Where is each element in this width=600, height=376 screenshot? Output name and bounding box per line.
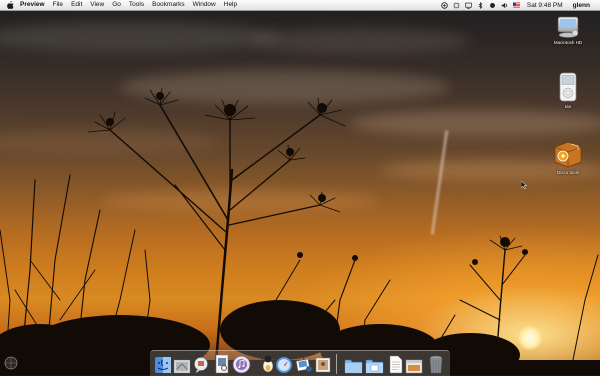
- menubar-clock[interactable]: Sat 9:48 PM: [527, 2, 563, 9]
- us-flag-icon[interactable]: [512, 2, 520, 9]
- menu-tools[interactable]: Tools: [129, 0, 144, 10]
- mail-stamp-icon: [173, 359, 190, 374]
- apple-menu-icon[interactable]: [6, 1, 14, 9]
- network-icon[interactable]: [441, 1, 448, 9]
- dock-item-mail[interactable]: [172, 353, 191, 374]
- airport-icon[interactable]: [453, 2, 460, 9]
- dock-item-preview[interactable]: [212, 353, 231, 374]
- menu-file[interactable]: File: [53, 0, 63, 10]
- dock: [150, 350, 450, 376]
- dock-item-photo-booth[interactable]: [313, 353, 332, 374]
- dock-item-applications-folder[interactable]: [344, 353, 363, 374]
- menu-app-preview[interactable]: Preview: [20, 0, 45, 10]
- desktop-icon-disco-tools[interactable]: Disco tools: [546, 138, 590, 175]
- system-preferences-icon: [262, 355, 273, 373]
- menu-edit[interactable]: Edit: [71, 0, 82, 10]
- menu-view[interactable]: View: [90, 0, 104, 10]
- desktop-icon-label: Macintosh HD: [553, 40, 583, 45]
- dock-separator: [336, 354, 337, 374]
- menu-bar: Preview File Edit View Go Tools Bookmark…: [0, 0, 600, 11]
- iphoto-icon: [295, 358, 312, 372]
- dock-item-trash[interactable]: [426, 353, 445, 374]
- hard-drive-icon: [557, 16, 579, 38]
- dock-item-safari[interactable]: [274, 353, 293, 374]
- minimized-window-icon: [405, 359, 422, 374]
- desktop-icon-ian[interactable]: Ian: [546, 72, 590, 109]
- text-document-icon: [389, 355, 402, 374]
- dock-item-ichat[interactable]: [191, 353, 210, 374]
- sync-icon[interactable]: [489, 2, 496, 9]
- desktop-icon-label: Disco tools: [556, 170, 579, 175]
- menu-help[interactable]: Help: [224, 0, 237, 10]
- menu-bookmarks[interactable]: Bookmarks: [152, 0, 185, 10]
- dock-item-text-document[interactable]: [386, 353, 405, 374]
- fast-user-switch-name[interactable]: glenn: [573, 2, 590, 9]
- trash-icon: [429, 355, 442, 374]
- dock-item-iphoto[interactable]: [294, 353, 313, 374]
- plant-silhouette: [0, 87, 600, 375]
- itunes-icon: [232, 355, 251, 374]
- dock-item-finder[interactable]: [153, 353, 172, 374]
- bluetooth-icon[interactable]: [477, 1, 484, 9]
- disco-package-icon: [554, 141, 582, 168]
- ipod-icon: [559, 72, 577, 102]
- menu-go[interactable]: Go: [112, 0, 121, 10]
- preview-icon: [215, 354, 228, 374]
- desktop-icon-macintosh-hd[interactable]: Macintosh HD: [546, 14, 590, 45]
- ichat-icon: [193, 357, 208, 374]
- applications-folder-icon: [344, 359, 363, 374]
- mouse-pointer-icon: [521, 181, 527, 189]
- photo-booth-icon: [315, 357, 330, 373]
- desktop-icon-label: Ian: [564, 104, 572, 109]
- menu-window[interactable]: Window: [193, 0, 216, 10]
- progress-spinner-icon: [4, 356, 18, 370]
- dock-item-documents-folder[interactable]: [365, 353, 384, 374]
- display-icon[interactable]: [465, 2, 472, 9]
- volume-icon[interactable]: [501, 2, 508, 9]
- dock-item-minimized-window[interactable]: [404, 353, 423, 374]
- documents-folder-icon: [365, 359, 384, 374]
- finder-icon: [154, 357, 171, 373]
- safari-icon: [275, 356, 292, 374]
- dock-item-itunes[interactable]: [232, 353, 251, 374]
- desktop-wallpaper: [0, 0, 600, 375]
